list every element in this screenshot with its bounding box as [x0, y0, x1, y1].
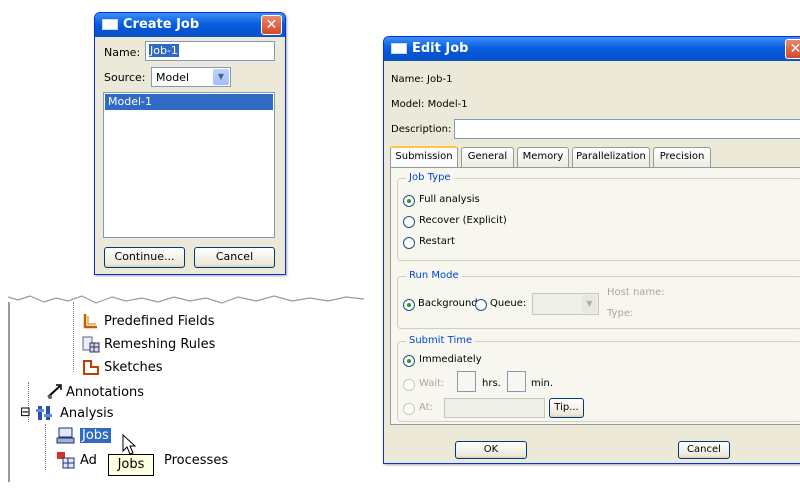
create-job-dialog: Create Job ✕ Name: Job-1 Source: Model ▼… [94, 12, 286, 275]
description-label: Description: [391, 124, 452, 135]
window-icon [102, 19, 118, 30]
tree-item-remeshing-rules[interactable]: Remeshing Rules [104, 337, 215, 352]
at-time-input[interactable] [444, 398, 545, 418]
queue-label[interactable]: Queue: [490, 298, 526, 309]
jobs-tooltip: Jobs [108, 454, 154, 476]
jobs-icon [56, 427, 75, 444]
description-input[interactable] [454, 119, 800, 139]
wait-radio[interactable] [403, 379, 415, 391]
model-tree-panel: Predefined Fields Remeshing Rules Sketch… [8, 294, 364, 482]
tree-line [45, 424, 46, 470]
submit-time-title: Submit Time [406, 335, 476, 346]
tip-button[interactable]: Tip... [549, 398, 584, 418]
sketches-icon [83, 360, 99, 375]
cancel-button[interactable]: Cancel [194, 247, 275, 268]
at-radio[interactable] [403, 403, 415, 415]
recover-explicit-radio[interactable] [403, 216, 415, 228]
wait-minutes-input[interactable] [507, 371, 526, 392]
model-name-text: Model: Model-1 [391, 99, 468, 110]
submission-tab-panel: Job Type Full analysis Recover (Explicit… [390, 167, 800, 425]
tab-general[interactable]: General [461, 147, 514, 167]
continue-button[interactable]: Continue... [104, 247, 185, 268]
queue-select[interactable]: ▼ [532, 293, 599, 315]
background-label[interactable]: Background [418, 298, 478, 309]
mouse-cursor-icon [122, 434, 137, 455]
wait-label: Wait: [419, 378, 445, 389]
hrs-label: hrs. [482, 378, 501, 389]
ok-button[interactable]: OK [455, 441, 527, 459]
tree-item-adaptivity-prefix[interactable]: Ad [80, 453, 97, 468]
job-name-text: Name: Job-1 [391, 74, 453, 85]
analysis-icon [36, 406, 52, 420]
wait-hours-input[interactable] [457, 371, 476, 392]
tree-item-jobs[interactable]: Jobs [80, 428, 111, 443]
cancel-button[interactable]: Cancel [678, 441, 730, 459]
tab-strip: Submission General Memory Parallelizatio… [390, 146, 800, 168]
annotations-icon [47, 384, 62, 399]
torn-edge [8, 295, 364, 304]
remeshing-rules-icon [82, 336, 100, 353]
host-name-label: Host name: [607, 287, 665, 298]
job-name-value: Job-1 [149, 44, 179, 57]
background-radio[interactable] [403, 299, 415, 311]
queue-radio[interactable] [475, 299, 487, 311]
job-name-input[interactable]: Job-1 [145, 41, 275, 61]
close-icon[interactable]: ✕ [785, 39, 800, 59]
model-list-item[interactable]: Model-1 [105, 94, 273, 110]
model-list[interactable]: Model-1 [103, 92, 275, 238]
tree-border [8, 302, 10, 482]
at-label: At: [419, 402, 433, 413]
job-type-title: Job Type [406, 172, 454, 183]
full-analysis-label[interactable]: Full analysis [419, 194, 480, 205]
recover-explicit-label[interactable]: Recover (Explicit) [419, 215, 507, 226]
restart-label[interactable]: Restart [419, 236, 455, 247]
create-job-titlebar[interactable]: Create Job ✕ [95, 13, 285, 37]
immediately-label[interactable]: Immediately [419, 354, 482, 365]
name-label: Name: [104, 46, 141, 59]
tree-item-analysis[interactable]: Analysis [60, 406, 114, 421]
source-label: Source: [104, 71, 146, 84]
edit-job-titlebar[interactable]: Edit Job ✕ [384, 37, 800, 61]
window-icon [391, 43, 407, 54]
edit-job-title: Edit Job [412, 41, 469, 56]
min-label: min. [531, 378, 554, 389]
source-select[interactable]: Model ▼ [151, 67, 231, 87]
tree-item-sketches[interactable]: Sketches [104, 360, 163, 375]
create-job-title: Create Job [123, 17, 200, 32]
edit-job-dialog: Edit Job ✕ Name: Job-1 Model: Model-1 De… [383, 36, 800, 464]
jobs-tooltip-text: Jobs [117, 457, 145, 472]
restart-radio[interactable] [403, 237, 415, 249]
tree-item-adaptivity-processes[interactable]: Processes [164, 453, 228, 468]
source-select-value: Model [156, 71, 190, 84]
tab-submission[interactable]: Submission [390, 146, 458, 168]
tree-item-annotations[interactable]: Annotations [66, 385, 144, 400]
collapse-icon[interactable]: ⊟ [20, 405, 31, 420]
immediately-radio[interactable] [403, 355, 415, 367]
adaptivity-processes-icon [57, 452, 75, 469]
full-analysis-radio[interactable] [403, 195, 415, 207]
close-icon[interactable]: ✕ [261, 15, 282, 35]
type-label: Type: [607, 308, 634, 319]
tree-line [73, 302, 74, 372]
run-mode-title: Run Mode [406, 270, 462, 281]
chevron-down-icon[interactable]: ▼ [582, 295, 597, 313]
chevron-down-icon[interactable]: ▼ [213, 69, 229, 85]
tab-precision[interactable]: Precision [653, 147, 711, 167]
tab-memory[interactable]: Memory [517, 147, 569, 167]
predefined-fields-icon [83, 314, 97, 329]
tree-item-predefined-fields[interactable]: Predefined Fields [104, 314, 215, 329]
tab-parallelization[interactable]: Parallelization [572, 147, 650, 167]
